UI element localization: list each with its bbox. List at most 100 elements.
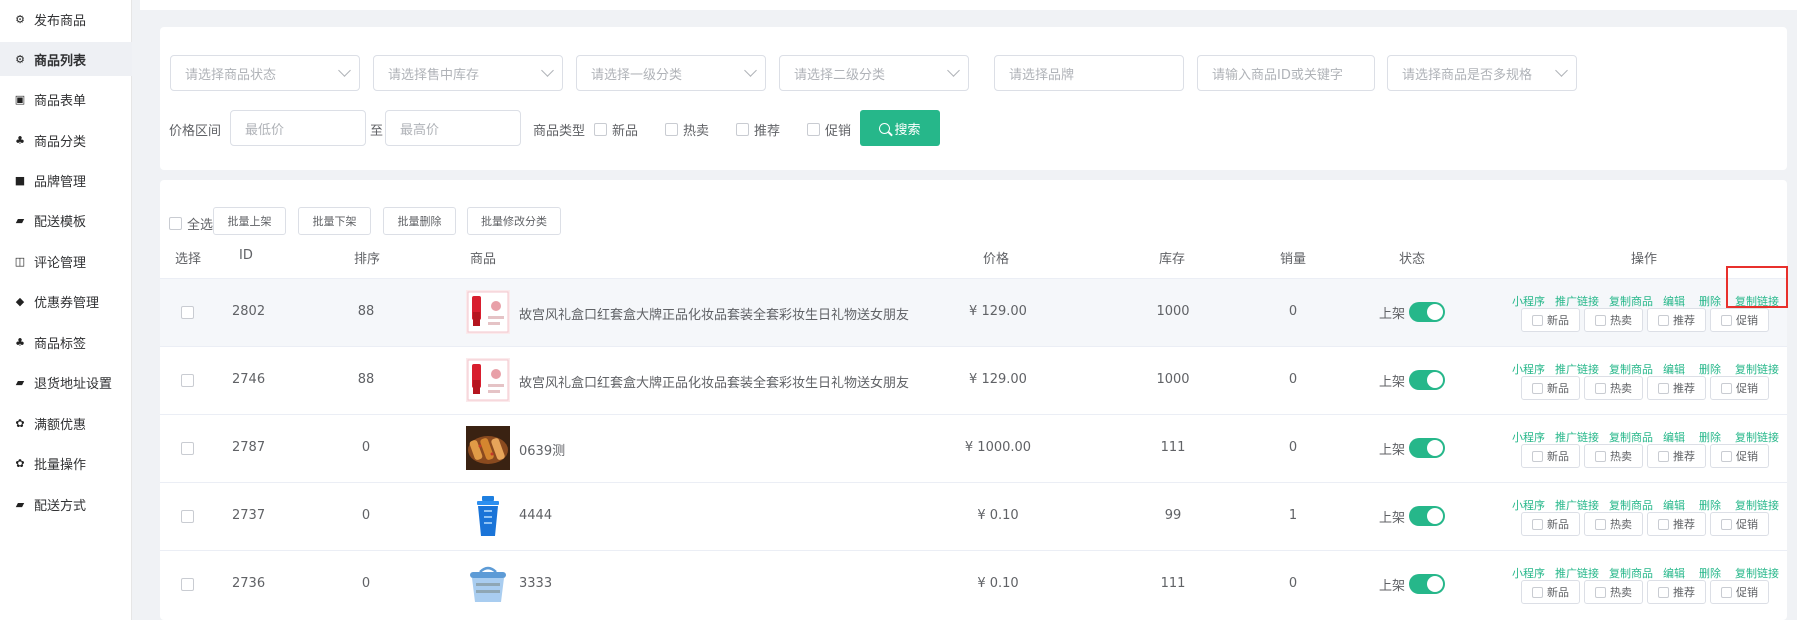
tag-recommend-button[interactable]: 推荐: [1647, 444, 1706, 468]
tag-hot-button[interactable]: 热卖: [1584, 376, 1643, 400]
tag-promo-button[interactable]: 促销: [1710, 580, 1769, 604]
batch-category-button[interactable]: 批量修改分类: [467, 207, 561, 235]
miniprogram-link[interactable]: 小程序: [1512, 497, 1545, 513]
promo-link[interactable]: 推广链接: [1555, 293, 1599, 309]
type-promo-checkbox[interactable]: 促销: [807, 120, 851, 139]
status-toggle[interactable]: [1409, 574, 1445, 594]
sidebar-item-product-tags[interactable]: ♣ 商品标签: [0, 325, 132, 359]
category2-select[interactable]: 请选择二级分类: [779, 55, 969, 91]
product-name[interactable]: 3333: [519, 576, 552, 591]
type-hot-checkbox[interactable]: 热卖: [665, 120, 709, 139]
copy-product-link[interactable]: 复制商品: [1609, 361, 1653, 377]
tag-recommend-button[interactable]: 推荐: [1647, 580, 1706, 604]
sidebar-item-delivery[interactable]: ▰ 配送方式: [0, 487, 132, 521]
status-toggle[interactable]: [1409, 370, 1445, 390]
tag-hot-button[interactable]: 热卖: [1584, 580, 1643, 604]
miniprogram-link[interactable]: 小程序: [1512, 361, 1545, 377]
copy-url-link[interactable]: 复制链接: [1735, 429, 1779, 445]
promo-link[interactable]: 推广链接: [1555, 429, 1599, 445]
batch-off-shelf-button[interactable]: 批量下架: [298, 207, 371, 235]
tag-recommend-button[interactable]: 推荐: [1647, 376, 1706, 400]
edit-link[interactable]: 编辑: [1663, 361, 1685, 377]
delete-link[interactable]: 删除: [1699, 361, 1721, 377]
copy-url-link[interactable]: 复制链接: [1735, 361, 1779, 377]
status-select[interactable]: 请选择商品状态: [170, 55, 360, 91]
product-name[interactable]: 故宫风礼盒口红套盒大牌正品化妆品套装全套彩妆生日礼物送女朋友: [519, 304, 909, 323]
sidebar-item-brand[interactable]: ■ 品牌管理: [0, 163, 132, 197]
product-thumbnail[interactable]: [466, 494, 510, 538]
miniprogram-link[interactable]: 小程序: [1512, 293, 1545, 309]
product-name[interactable]: 故宫风礼盒口红套盒大牌正品化妆品套装全套彩妆生日礼物送女朋友: [519, 372, 909, 391]
promo-link[interactable]: 推广链接: [1555, 361, 1599, 377]
product-name[interactable]: 4444: [519, 508, 552, 523]
tag-new-button[interactable]: 新品: [1521, 308, 1580, 332]
edit-link[interactable]: 编辑: [1663, 429, 1685, 445]
product-thumbnail[interactable]: [466, 426, 510, 470]
batch-on-shelf-button[interactable]: 批量上架: [213, 207, 286, 235]
tag-promo-button[interactable]: 促销: [1710, 376, 1769, 400]
tag-hot-button[interactable]: 热卖: [1584, 512, 1643, 536]
status-toggle[interactable]: [1409, 506, 1445, 526]
delete-link[interactable]: 删除: [1699, 429, 1721, 445]
edit-link[interactable]: 编辑: [1663, 497, 1685, 513]
tag-recommend-button[interactable]: 推荐: [1647, 512, 1706, 536]
copy-product-link[interactable]: 复制商品: [1609, 429, 1653, 445]
sidebar-item-comments[interactable]: ◫ 评论管理: [0, 244, 132, 278]
select-all-checkbox[interactable]: 全选: [169, 214, 213, 233]
product-thumbnail[interactable]: [466, 562, 510, 606]
stock-select[interactable]: 请选择售中库存: [373, 55, 563, 91]
miniprogram-link[interactable]: 小程序: [1512, 429, 1545, 445]
tag-recommend-button[interactable]: 推荐: [1647, 308, 1706, 332]
copy-product-link[interactable]: 复制商品: [1609, 497, 1653, 513]
sidebar-item-return-address[interactable]: ▰ 退货地址设置: [0, 365, 132, 399]
copy-url-link[interactable]: 复制链接: [1735, 565, 1779, 581]
product-name[interactable]: 0639测: [519, 440, 565, 459]
brand-input[interactable]: 请选择品牌: [994, 55, 1184, 91]
status-toggle[interactable]: [1409, 438, 1445, 458]
row-select-checkbox[interactable]: [181, 578, 194, 591]
tag-new-button[interactable]: 新品: [1521, 376, 1580, 400]
row-select-checkbox[interactable]: [181, 442, 194, 455]
promo-link[interactable]: 推广链接: [1555, 565, 1599, 581]
batch-delete-button[interactable]: 批量删除: [383, 207, 456, 235]
sidebar-item-shipping-template[interactable]: ▰ 配送模板: [0, 203, 132, 237]
tag-new-button[interactable]: 新品: [1521, 444, 1580, 468]
type-recommend-checkbox[interactable]: 推荐: [736, 120, 780, 139]
tag-promo-button[interactable]: 促销: [1710, 512, 1769, 536]
search-button[interactable]: 搜索: [860, 110, 940, 146]
copy-product-link[interactable]: 复制商品: [1609, 293, 1653, 309]
tag-promo-button[interactable]: 促销: [1710, 444, 1769, 468]
sidebar-item-full-discount[interactable]: ✿ 满额优惠: [0, 406, 132, 440]
min-price-input[interactable]: 最低价: [230, 110, 366, 146]
tag-hot-button[interactable]: 热卖: [1584, 444, 1643, 468]
status-toggle[interactable]: [1409, 302, 1445, 322]
spec-select[interactable]: 请选择商品是否多规格: [1387, 55, 1577, 91]
product-thumbnail[interactable]: [466, 358, 510, 402]
type-new-checkbox[interactable]: 新品: [594, 120, 638, 139]
copy-url-link[interactable]: 复制链接: [1735, 497, 1779, 513]
row-select-checkbox[interactable]: [181, 374, 194, 387]
row-select-checkbox[interactable]: [181, 306, 194, 319]
sidebar-item-batch-ops[interactable]: ✿ 批量操作: [0, 446, 132, 480]
edit-link[interactable]: 编辑: [1663, 565, 1685, 581]
miniprogram-link[interactable]: 小程序: [1512, 565, 1545, 581]
keyword-input[interactable]: 请输入商品ID或关键字: [1197, 55, 1375, 91]
tag-promo-button[interactable]: 促销: [1710, 308, 1769, 332]
promo-link[interactable]: 推广链接: [1555, 497, 1599, 513]
edit-link[interactable]: 编辑: [1663, 293, 1685, 309]
max-price-input[interactable]: 最高价: [385, 110, 521, 146]
sidebar-item-coupons[interactable]: ◆ 优惠券管理: [0, 284, 132, 318]
category1-select[interactable]: 请选择一级分类: [576, 55, 766, 91]
delete-link[interactable]: 删除: [1699, 565, 1721, 581]
sidebar-item-publish[interactable]: ⚙ 发布商品: [0, 2, 132, 36]
delete-link[interactable]: 删除: [1699, 497, 1721, 513]
copy-product-link[interactable]: 复制商品: [1609, 565, 1653, 581]
sidebar-item-product-form[interactable]: ▣ 商品表单: [0, 82, 132, 116]
tag-new-button[interactable]: 新品: [1521, 580, 1580, 604]
row-select-checkbox[interactable]: [181, 510, 194, 523]
product-thumbnail[interactable]: [466, 290, 510, 334]
tag-hot-button[interactable]: 热卖: [1584, 308, 1643, 332]
sidebar-item-category[interactable]: ♣ 商品分类: [0, 123, 132, 157]
tag-new-button[interactable]: 新品: [1521, 512, 1580, 536]
delete-link[interactable]: 删除: [1699, 293, 1721, 309]
